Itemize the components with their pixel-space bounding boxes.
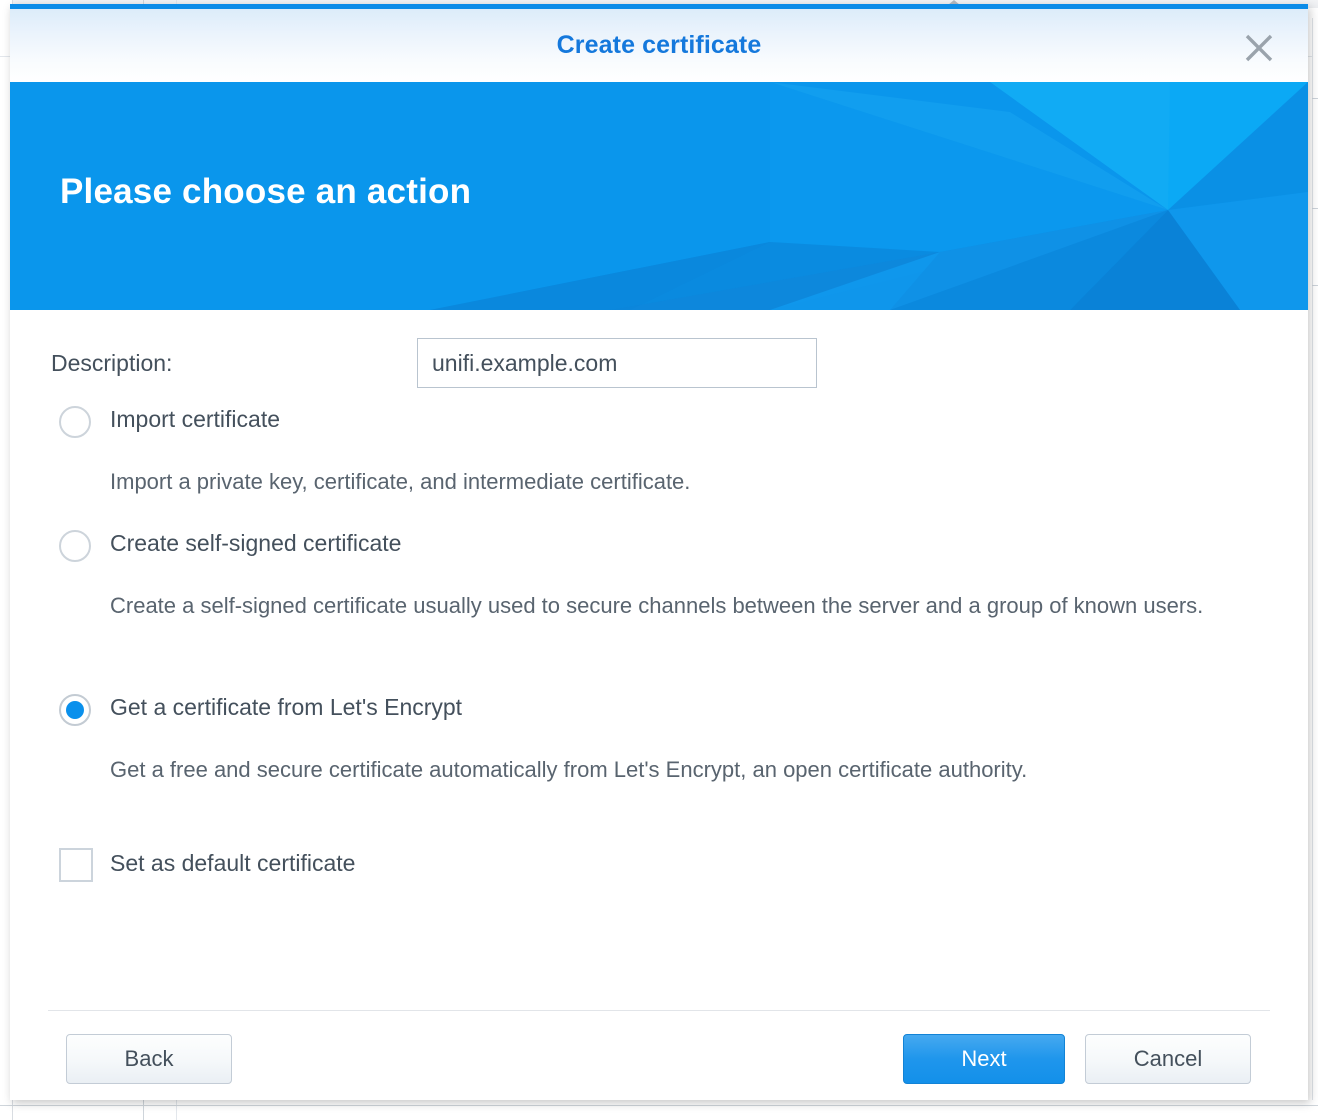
checkbox-set-as-default-certificate[interactable] bbox=[59, 848, 93, 882]
dialog-title: Create certificate bbox=[556, 31, 762, 59]
checkbox-label-set-as-default-certificate[interactable]: Set as default certificate bbox=[110, 850, 355, 877]
description-input[interactable] bbox=[417, 338, 817, 388]
dialog-title-bar: Create certificate bbox=[10, 9, 1308, 82]
default-certificate-row: Set as default certificate bbox=[10, 848, 1308, 884]
background-right-divider-2 bbox=[1312, 208, 1318, 209]
background-right-divider-3 bbox=[1312, 285, 1318, 286]
close-icon[interactable] bbox=[1242, 31, 1276, 65]
banner-heading: Please choose an action bbox=[60, 172, 472, 211]
option-description-import-certificate: Import a private key, certificate, and i… bbox=[110, 469, 691, 494]
footer-separator bbox=[48, 1010, 1270, 1011]
description-row: Description: bbox=[10, 338, 1308, 390]
create-certificate-dialog: Create certificate Please choose an acti… bbox=[10, 4, 1308, 1100]
background-right-panel bbox=[1312, 18, 1318, 1100]
back-button[interactable]: Back bbox=[66, 1034, 232, 1084]
description-label: Description: bbox=[51, 350, 173, 376]
option-label-self-signed-certificate[interactable]: Create self-signed certificate bbox=[110, 530, 401, 557]
option-lets-encrypt: Get a certificate from Let's Encrypt Get… bbox=[10, 694, 1308, 782]
radio-self-signed-certificate[interactable] bbox=[59, 530, 91, 562]
option-label-import-certificate[interactable]: Import certificate bbox=[110, 406, 280, 433]
dialog-hero-banner: Please choose an action bbox=[10, 82, 1308, 310]
option-self-signed-certificate: Create self-signed certificate Create a … bbox=[10, 530, 1308, 618]
option-import-certificate: Import certificate Import a private key,… bbox=[10, 406, 1308, 494]
option-description-self-signed-certificate: Create a self-signed certificate usually… bbox=[110, 593, 1204, 618]
dialog-footer: Back Next Cancel bbox=[10, 1010, 1308, 1100]
option-description-lets-encrypt: Get a free and secure certificate automa… bbox=[110, 757, 1028, 782]
background-divider-horizontal-bottom bbox=[0, 1105, 1318, 1106]
radio-import-certificate[interactable] bbox=[59, 406, 91, 438]
next-button[interactable]: Next bbox=[903, 1034, 1065, 1084]
dialog-body: Description: Import certificate Import a… bbox=[10, 310, 1308, 1010]
cancel-button[interactable]: Cancel bbox=[1085, 1034, 1251, 1084]
background-right-divider-1 bbox=[1312, 98, 1318, 99]
radio-lets-encrypt[interactable] bbox=[59, 694, 91, 726]
option-label-lets-encrypt[interactable]: Get a certificate from Let's Encrypt bbox=[110, 694, 462, 721]
